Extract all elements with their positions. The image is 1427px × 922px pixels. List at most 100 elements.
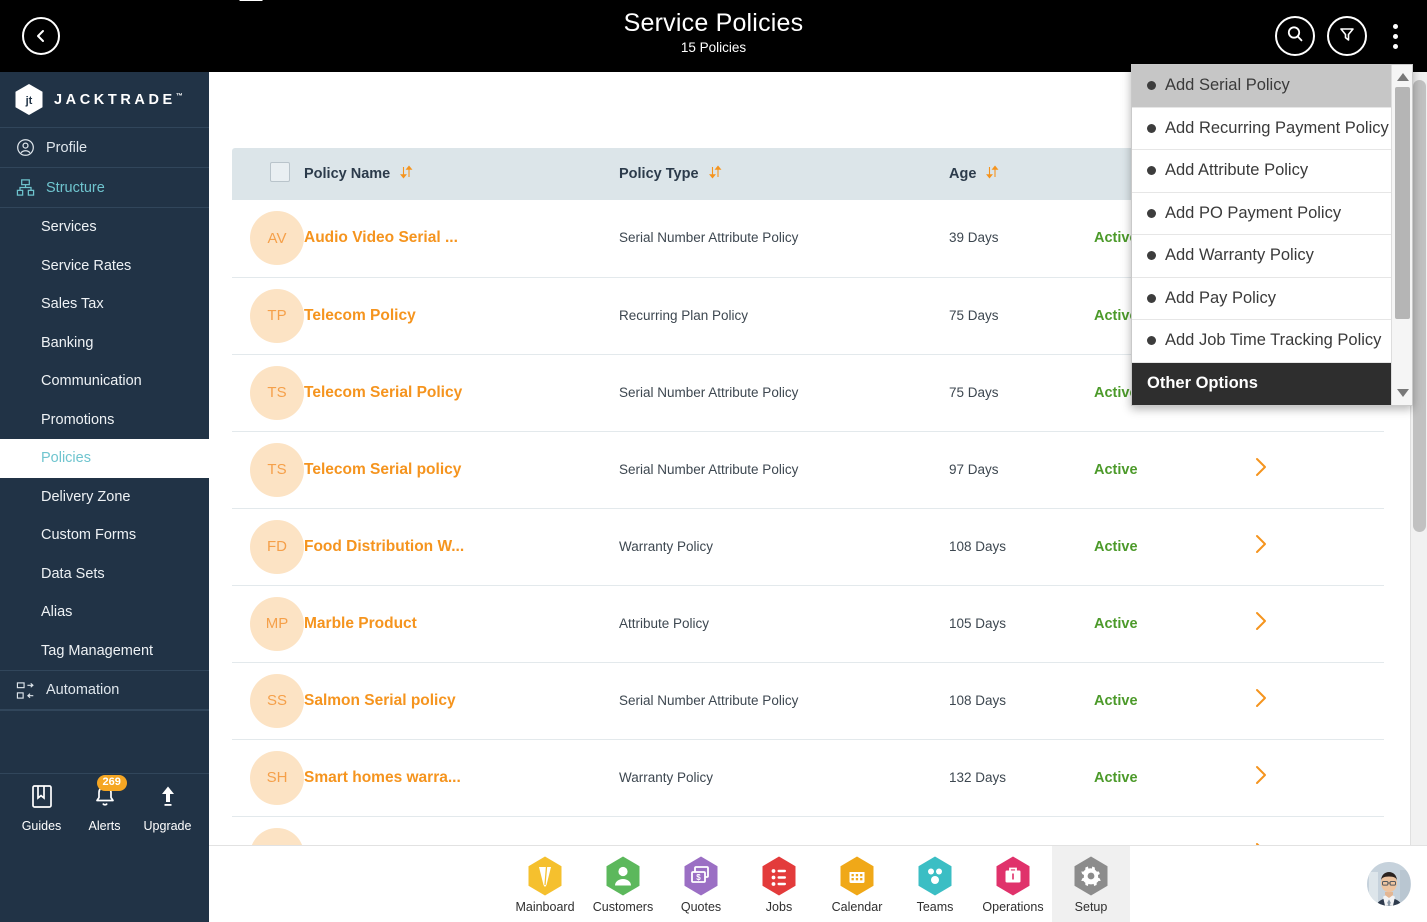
row-action-cell[interactable] [1254,739,1384,816]
row-name-cell[interactable]: Telecom Serial Policy [304,354,619,431]
guides-button[interactable]: Guides [12,784,72,833]
sidebar-item-service-rates[interactable]: Service Rates [0,247,209,286]
policy-name-link[interactable]: Telecom Serial policy [304,461,461,478]
row-name-cell[interactable]: Audio Video Serial ... [304,200,619,277]
more-options-button[interactable] [1381,16,1409,56]
sidebar-item-delivery-zone[interactable]: Delivery Zone [0,478,209,517]
dropdown-item-add-serial-policy[interactable]: Add Serial Policy [1132,65,1393,108]
policy-name-link[interactable]: Telecom Policy [304,307,416,324]
sidebar-item-structure[interactable]: Structure [0,168,209,208]
chevron-right-icon[interactable] [1254,766,1269,790]
dropdown-pointer [239,0,263,1]
sidebar-item-alias[interactable]: Alias [0,593,209,632]
page-scrollbar-thumb[interactable] [1413,80,1426,532]
customers-hex-icon [604,855,642,897]
dropdown-item-add-po-payment-policy[interactable]: Add PO Payment Policy [1132,192,1393,235]
avatar: SS [250,673,304,728]
row-action-cell[interactable] [1254,508,1384,585]
row-name-cell[interactable]: United State Pay [304,816,619,845]
scroll-up-arrow-icon[interactable] [1397,73,1409,81]
avatar: FD [250,519,304,574]
dropdown-item-add-pay-policy[interactable]: Add Pay Policy [1132,277,1393,320]
brand-logo[interactable]: jt JACKTRADE™ [0,72,209,128]
user-avatar[interactable] [1367,862,1411,906]
dropdown-item-add-warranty-policy[interactable]: Add Warranty Policy [1132,235,1393,278]
policy-name-link[interactable]: Marble Product [304,615,417,632]
sort-icon[interactable] [708,165,722,183]
sidebar-item-custom-forms[interactable]: Custom Forms [0,516,209,555]
row-name-cell[interactable]: Food Distribution W... [304,508,619,585]
bottom-nav-mainboard[interactable]: Mainboard [506,846,584,922]
dropdown-item-add-attribute-policy[interactable]: Add Attribute Policy [1132,150,1393,193]
row-name-cell[interactable]: Telecom Policy [304,277,619,354]
sidebar-item-banking[interactable]: Banking [0,324,209,363]
table-row[interactable]: SS Salmon Serial policy Serial Number At… [232,662,1384,739]
book-icon [30,784,54,815]
bottom-nav-label: Mainboard [515,899,575,914]
dropdown-item-add-job-time-tracking-policy[interactable]: Add Job Time Tracking Policy [1132,320,1393,363]
sidebar-item-profile[interactable]: Profile [0,128,209,168]
bottom-nav-operations[interactable]: Operations [974,846,1052,922]
header-policy-type[interactable]: Policy Type [619,148,949,200]
bottom-nav-teams[interactable]: Teams [896,846,974,922]
sidebar-item-data-sets[interactable]: Data Sets [0,555,209,594]
page-subtitle: 15 Policies [680,40,747,55]
table-row[interactable]: FD Food Distribution W... Warranty Polic… [232,508,1384,585]
sidebar-item-label: Communication [41,373,142,390]
dropdown-scrollbar[interactable] [1391,65,1412,405]
table-row[interactable]: SH Smart homes warra... Warranty Policy … [232,739,1384,816]
table-row[interactable]: MP Marble Product Attribute Policy 105 D… [232,585,1384,662]
sidebar-item-tag-management[interactable]: Tag Management [0,632,209,671]
chevron-right-icon[interactable] [1254,689,1269,713]
row-action-cell[interactable] [1254,662,1384,739]
bottom-nav-label: Jobs [765,899,793,914]
dropdown-item-add-recurring-payment-policy[interactable]: Add Recurring Payment Policy [1132,107,1393,150]
table-row[interactable]: TS Telecom Serial policy Serial Number A… [232,431,1384,508]
sidebar-item-promotions[interactable]: Promotions [0,401,209,440]
sidebar-item-sales-tax[interactable]: Sales Tax [0,285,209,324]
sidebar-item-policies[interactable]: Policies [0,439,209,478]
upgrade-button[interactable]: Upgrade [138,784,198,833]
bottom-nav-customers[interactable]: Customers [584,846,662,922]
scroll-down-arrow-icon[interactable] [1397,388,1409,397]
bottom-nav-calendar[interactable]: Calendar [818,846,896,922]
policy-type: Attribute Policy [619,615,710,631]
row-action-cell[interactable] [1254,585,1384,662]
row-name-cell[interactable]: Smart homes warra... [304,739,619,816]
policy-name-link[interactable]: Smart homes warra... [304,769,461,786]
sidebar-item-automation[interactable]: Automation [0,670,209,710]
dropdown-scrollbar-thumb[interactable] [1395,87,1410,319]
tool-label: Alerts [88,819,121,833]
chevron-right-icon[interactable] [1254,458,1269,482]
chevron-right-icon[interactable] [1254,535,1269,559]
header-age[interactable]: Age [949,148,1094,200]
dropdown-other-options[interactable]: Other Options [1132,362,1393,405]
search-button[interactable] [1275,16,1315,56]
row-action-cell[interactable] [1254,431,1384,508]
sidebar-item-services[interactable]: Services [0,208,209,247]
bottom-nav-jobs[interactable]: Jobs [740,846,818,922]
policy-age: 39 Days [949,230,999,246]
bottom-nav-quotes[interactable]: $ Quotes [662,846,740,922]
row-action-cell[interactable] [1254,816,1384,845]
alerts-button[interactable]: 269 Alerts [75,775,135,833]
quotes-hex-icon: $ [682,855,720,897]
row-name-cell[interactable]: Marble Product [304,585,619,662]
select-all-checkbox[interactable] [270,162,290,182]
sidebar-nav: Profile Structure Services Service Rates… [0,128,209,710]
policy-name-link[interactable]: Salmon Serial policy [304,692,456,709]
chevron-right-icon[interactable] [1254,612,1269,636]
sidebar-item-communication[interactable]: Communication [0,362,209,401]
header-policy-name[interactable]: Policy Name [304,148,619,200]
row-name-cell[interactable]: Telecom Serial policy [304,431,619,508]
sort-icon[interactable] [400,165,413,183]
filter-button[interactable] [1327,16,1367,56]
policy-name-link[interactable]: Telecom Serial Policy [304,384,462,401]
dropdown-item-label: Add Pay Policy [1165,288,1276,307]
policy-name-link[interactable]: Food Distribution W... [304,538,464,555]
sort-icon[interactable] [986,165,999,183]
bottom-nav-setup[interactable]: Setup [1052,845,1130,922]
table-row[interactable]: US United State Pay Pay Policy 132 Days … [232,816,1384,845]
policy-name-link[interactable]: Audio Video Serial ... [304,229,458,246]
row-name-cell[interactable]: Salmon Serial policy [304,662,619,739]
